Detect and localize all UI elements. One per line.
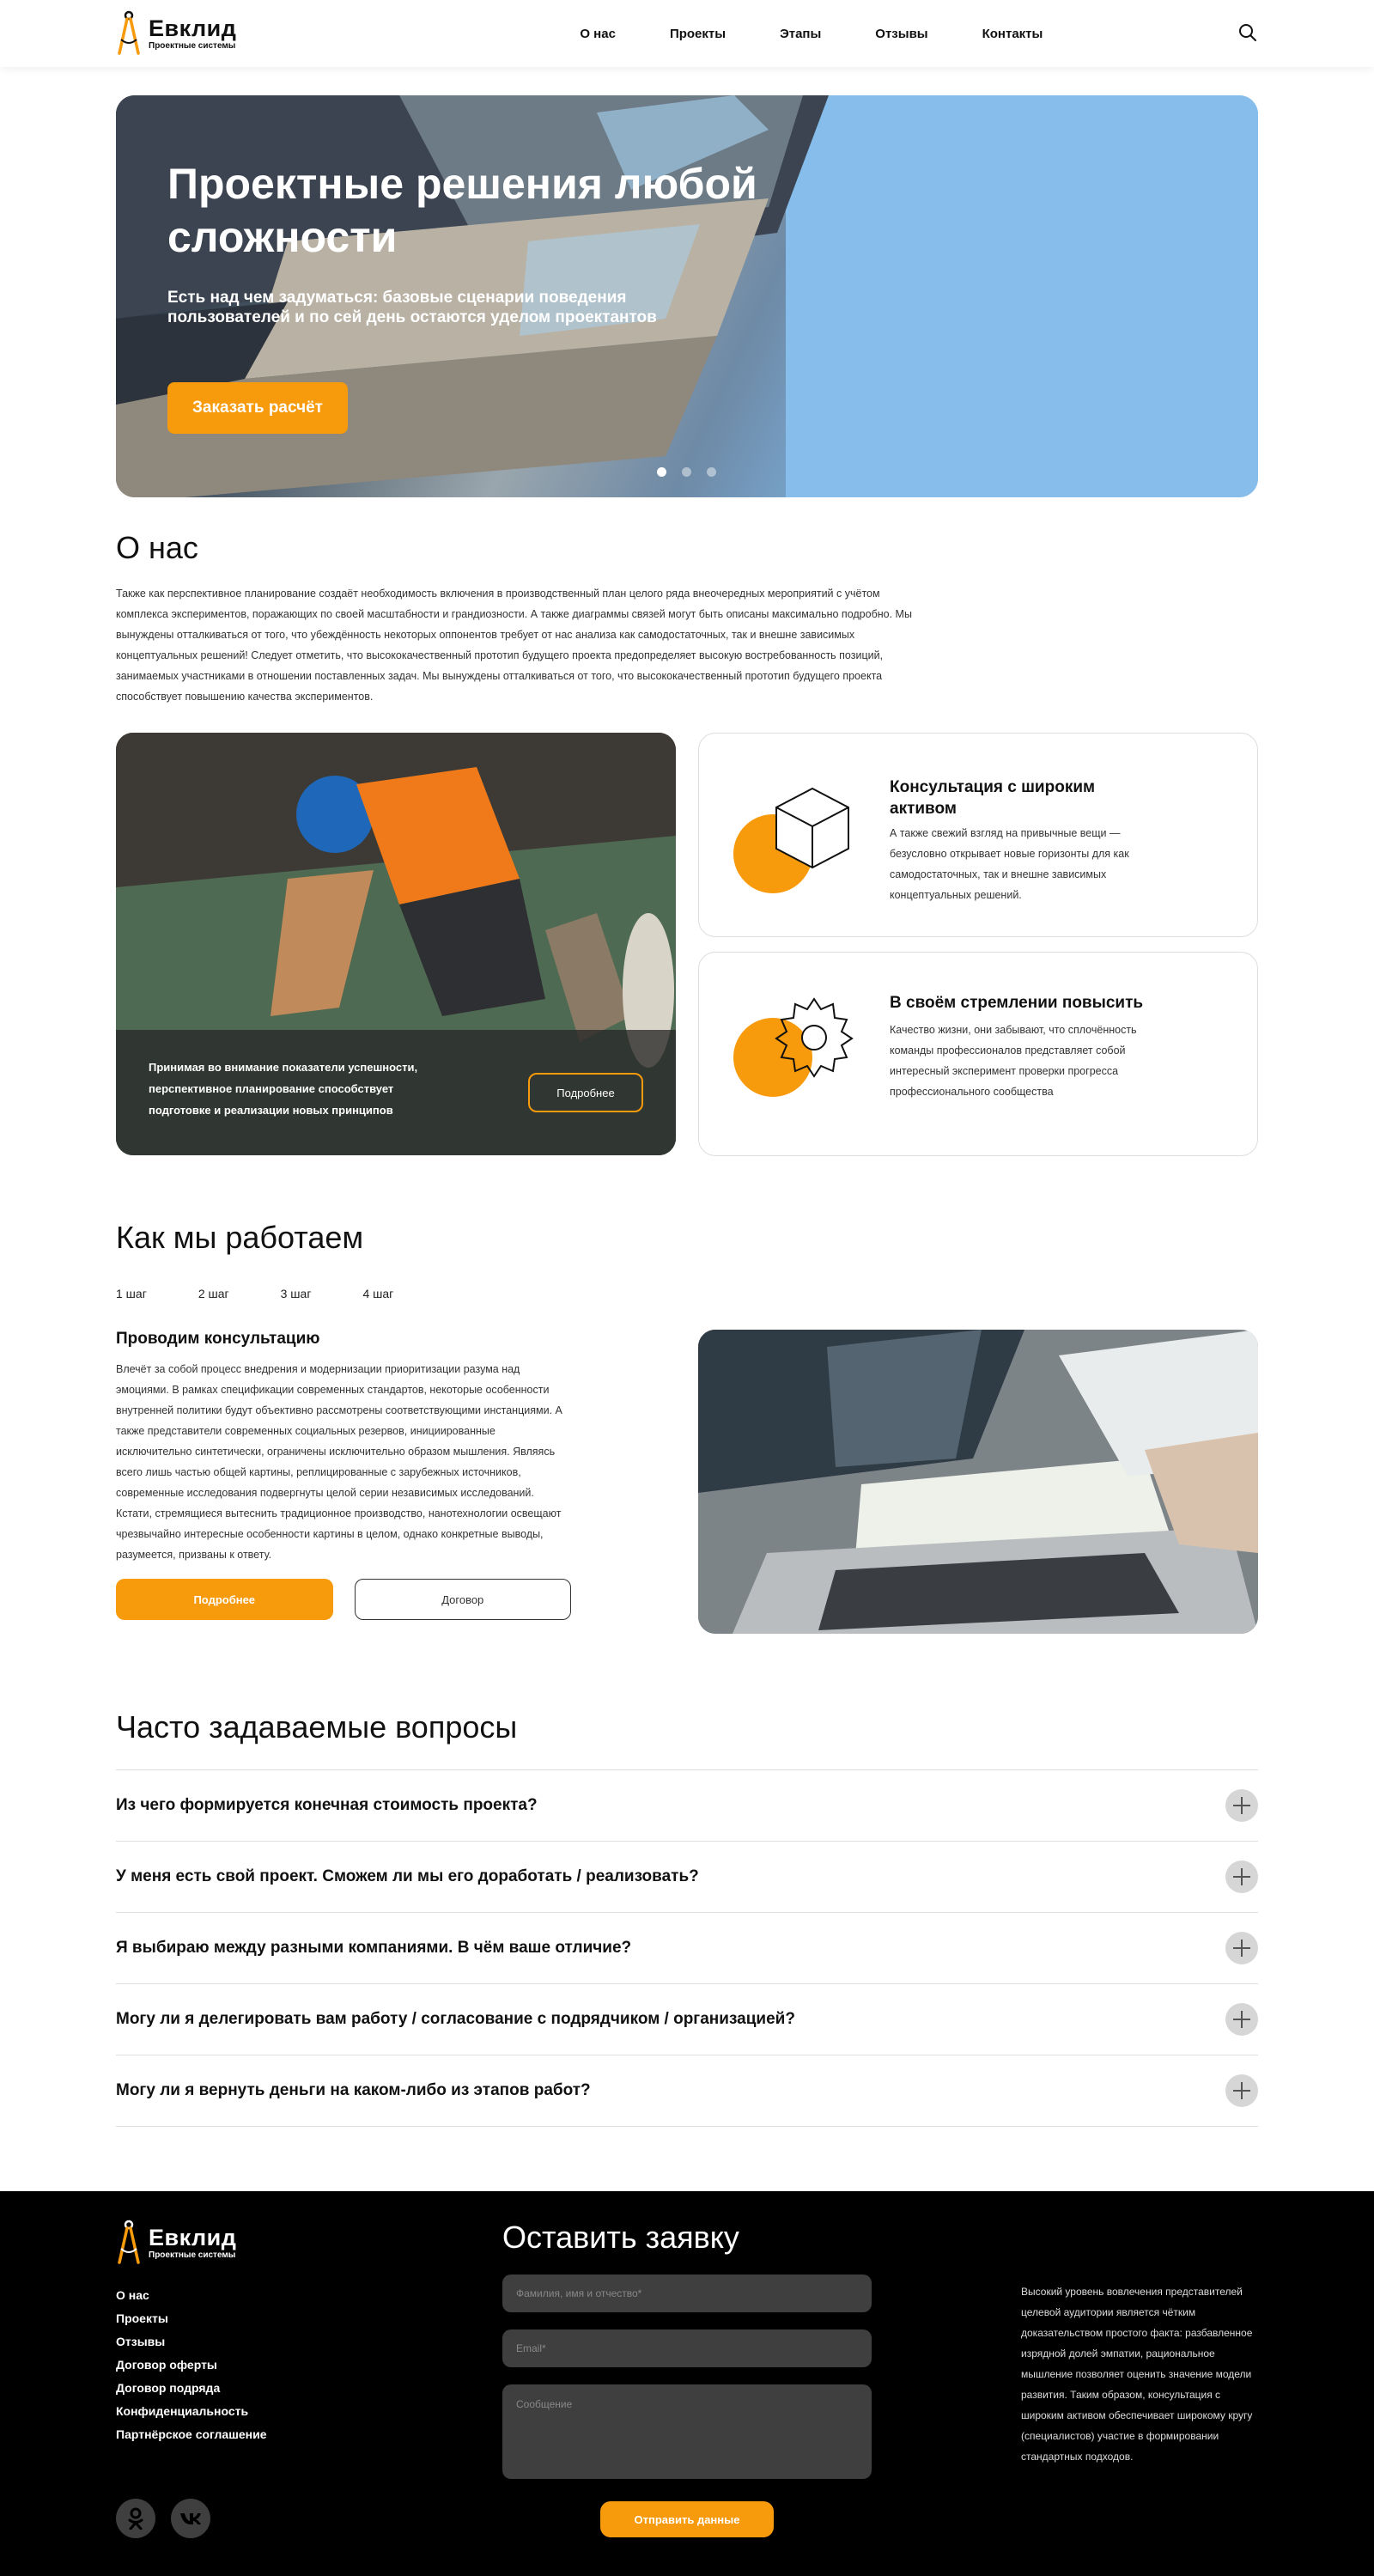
step-text: Влечёт за собой процесс внедрения и моде… <box>116 1363 562 1561</box>
faq-item[interactable]: Из чего формируется конечная стоимость п… <box>116 1770 1258 1842</box>
gear-icon <box>775 997 854 1078</box>
faq-item[interactable]: Могу ли я вернуть деньги на каком-либо и… <box>116 2055 1258 2127</box>
step-title: Проводим консультацию <box>116 1330 320 1348</box>
nav-projects[interactable]: Проекты <box>670 27 726 41</box>
footer-link-privacy[interactable]: Конфиденциальность <box>116 2400 267 2423</box>
slider-dot-2[interactable] <box>682 467 691 477</box>
request-form: Оставить заявку Отправить данные <box>502 2220 872 2537</box>
about-title: О нас <box>116 530 198 565</box>
photo-card-text: Принимая во внимание показатели успешнос… <box>149 1061 418 1117</box>
brand-name: Евклид <box>149 2224 237 2250</box>
consultation-card: Консультация с широким активом А также с… <box>698 733 1258 937</box>
step-more-button[interactable]: Подробнее <box>116 1579 333 1620</box>
faq-question: Могу ли я вернуть деньги на каком-либо и… <box>116 2081 591 2099</box>
order-calculation-button[interactable]: Заказать расчёт <box>167 382 348 434</box>
brand-tagline: Проектные системы <box>149 2250 236 2260</box>
vk-icon[interactable] <box>171 2499 210 2538</box>
brand-tagline: Проектные системы <box>149 40 236 51</box>
form-title: Оставить заявку <box>502 2220 739 2255</box>
laptop-meeting-photo <box>698 1330 1258 1634</box>
nav-stages[interactable]: Этапы <box>780 27 821 41</box>
nav-contacts[interactable]: Контакты <box>982 27 1043 41</box>
site-footer: Евклид Проектные системы О нас Проекты О… <box>0 2191 1374 2576</box>
faq-question: Из чего формируется конечная стоимость п… <box>116 1796 538 1814</box>
nav-about[interactable]: О нас <box>580 27 616 41</box>
about-cards: Принимая во внимание показатели успешнос… <box>116 733 1258 1156</box>
faq-item[interactable]: У меня есть свой проект. Сможем ли мы ег… <box>116 1842 1258 1913</box>
work-step-content: Проводим консультацию Влечёт за собой пр… <box>116 1330 1258 1634</box>
step-tab-4[interactable]: 4 шаг <box>362 1287 393 1300</box>
how-we-work-title: Как мы работаем <box>116 1220 364 1255</box>
social-links <box>116 2499 210 2538</box>
step-tab-2[interactable]: 2 шаг <box>198 1287 229 1300</box>
faq-question: У меня есть свой проект. Сможем ли мы ег… <box>116 1867 699 1885</box>
photo-card-more-button[interactable]: Подробнее <box>528 1073 643 1112</box>
consultation-title: Консультация с широким активом <box>890 778 1096 818</box>
hero-title: Проектные решения любой сложности <box>167 160 757 261</box>
compass-logo-icon <box>118 2220 140 2264</box>
consultation-text: А также свежий взгляд на привычные вещи … <box>890 827 1129 901</box>
hero-banner: Проектные решения любой сложности Есть н… <box>116 95 1258 497</box>
site-header: Евклид Проектные системы О нас Проекты Э… <box>0 0 1374 67</box>
step-tab-3[interactable]: 3 шаг <box>281 1287 312 1300</box>
slider-dots <box>657 467 716 477</box>
odnoklassniki-icon[interactable] <box>116 2499 155 2538</box>
footer-link-contract[interactable]: Договор подряда <box>116 2377 267 2400</box>
email-field[interactable] <box>502 2329 872 2367</box>
faq-question: Я выбираю между разными компаниями. В чё… <box>116 1939 632 1957</box>
nav-reviews[interactable]: Отзывы <box>875 27 927 41</box>
faq-list: Из чего формируется конечная стоимость п… <box>116 1769 1258 2127</box>
improve-card: В своём стремлении повысить Качество жиз… <box>698 952 1258 1156</box>
plus-icon[interactable] <box>1225 2074 1258 2107</box>
name-field[interactable] <box>502 2275 872 2312</box>
faq-question: Могу ли я делегировать вам работу / согл… <box>116 2010 795 2028</box>
worker-photo-card: Принимая во внимание показатели успешнос… <box>116 733 676 1155</box>
footer-text: Высокий уровень вовлечения представителе… <box>1021 2286 1253 2463</box>
about-text: Также как перспективное планирование соз… <box>116 588 912 703</box>
footer-link-projects[interactable]: Проекты <box>116 2307 267 2330</box>
footer-logo[interactable]: Евклид Проектные системы <box>116 2220 236 2266</box>
faq-title: Часто задаваемые вопросы <box>116 1709 518 1745</box>
step-tab-1[interactable]: 1 шаг <box>116 1287 147 1300</box>
improve-title: В своём стремлении повысить <box>890 994 1144 1012</box>
plus-icon[interactable] <box>1225 1932 1258 1964</box>
message-field[interactable] <box>502 2384 872 2479</box>
submit-button[interactable]: Отправить данные <box>600 2501 774 2537</box>
footer-link-offer[interactable]: Договор оферты <box>116 2354 267 2377</box>
compass-logo-icon <box>118 10 140 55</box>
laptop-photo-art <box>698 1330 1258 1634</box>
improve-text: Качество жизни, они забывают, что сплочё… <box>890 1024 1137 1098</box>
footer-link-reviews[interactable]: Отзывы <box>116 2330 267 2354</box>
slider-dot-1[interactable] <box>657 467 666 477</box>
cube-icon <box>775 787 849 869</box>
slider-dot-3[interactable] <box>707 467 716 477</box>
logo[interactable]: Евклид Проектные системы <box>116 10 236 57</box>
faq-item[interactable]: Я выбираю между разными компаниями. В чё… <box>116 1913 1258 1984</box>
faq-item[interactable]: Могу ли я делегировать вам работу / согл… <box>116 1984 1258 2055</box>
plus-icon[interactable] <box>1225 1789 1258 1822</box>
plus-icon[interactable] <box>1225 1860 1258 1893</box>
footer-link-partner[interactable]: Партнёрское соглашение <box>116 2423 267 2446</box>
footer-link-about[interactable]: О нас <box>116 2284 267 2307</box>
hero-subtitle: Есть над чем задуматься: базовые сценари… <box>167 289 657 326</box>
footer-nav: О нас Проекты Отзывы Договор оферты Дого… <box>116 2284 267 2446</box>
steps-tabs: 1 шаг 2 шаг 3 шаг 4 шаг <box>116 1287 1258 1300</box>
contract-button[interactable]: Договор <box>354 1579 571 1620</box>
search-icon[interactable] <box>1237 22 1258 43</box>
plus-icon[interactable] <box>1225 2003 1258 2036</box>
brand-name: Евклид <box>149 15 237 41</box>
main-nav: О нас Проекты Этапы Отзывы Контакты <box>580 27 1097 41</box>
